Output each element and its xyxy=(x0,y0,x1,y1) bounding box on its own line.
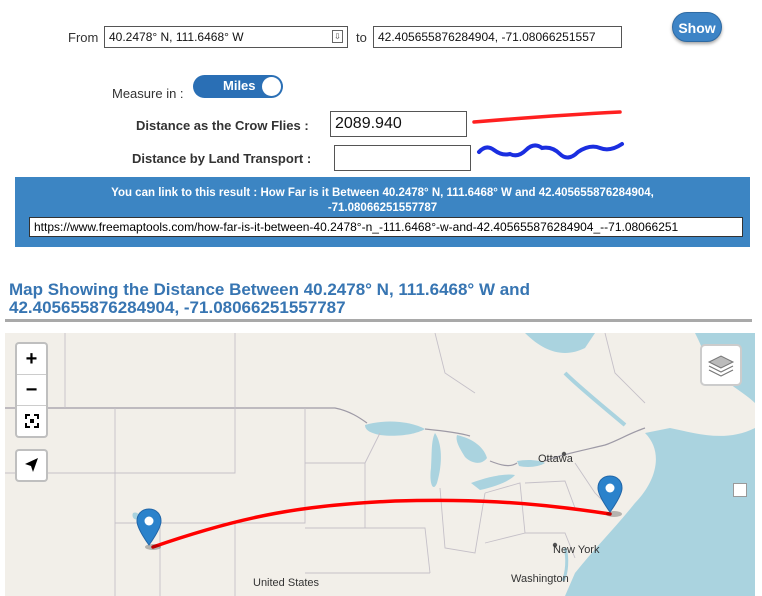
land-distance-field[interactable] xyxy=(334,145,471,171)
end-marker-icon[interactable] xyxy=(597,475,623,517)
measure-label: Measure in : xyxy=(112,86,184,101)
input-reset-icon[interactable]: ⇩ xyxy=(332,30,343,43)
map-minimap-toggle[interactable] xyxy=(733,483,747,497)
crow-distance-label: Distance as the Crow Flies : xyxy=(136,118,309,133)
from-input-value: 40.2478° N, 111.6468° W xyxy=(109,30,244,44)
zoom-in-button[interactable]: + xyxy=(17,344,46,374)
toggle-knob xyxy=(262,77,281,96)
units-toggle-label: Miles xyxy=(223,78,256,93)
label-united-states: United States xyxy=(253,577,320,589)
map-base xyxy=(5,333,755,596)
crow-distance-field[interactable]: 2089.940 xyxy=(330,111,467,137)
crow-line-legend xyxy=(472,110,622,124)
layers-button[interactable] xyxy=(700,344,742,386)
heading-divider xyxy=(5,319,752,322)
label-new-york: New York xyxy=(553,544,600,556)
result-url-field[interactable]: https://www.freemaptools.com/how-far-is-… xyxy=(29,217,743,237)
zoom-out-button[interactable]: − xyxy=(17,375,46,405)
from-input[interactable]: 40.2478° N, 111.6468° W ⇩ xyxy=(104,26,348,48)
label-washington: Washington xyxy=(511,573,569,585)
to-label: to xyxy=(356,30,367,45)
to-input[interactable]: 42.405655876284904, -71.08066251557 xyxy=(373,26,622,48)
link-banner-rest: : How Far is it Between 40.2478° N, 111.… xyxy=(250,187,654,214)
units-toggle[interactable]: Miles xyxy=(193,75,283,98)
land-line-legend xyxy=(477,142,624,160)
link-banner-text: You can link to this result : How Far is… xyxy=(15,186,750,216)
label-ottawa: Ottawa xyxy=(538,453,573,465)
locate-button[interactable] xyxy=(15,449,48,482)
land-distance-label: Distance by Land Transport : xyxy=(132,151,312,166)
layers-icon xyxy=(707,355,735,377)
link-banner-prefix: You can xyxy=(111,187,159,199)
start-marker-icon[interactable] xyxy=(136,508,162,550)
result-link[interactable]: link to this result xyxy=(158,187,250,199)
map-heading: Map Showing the Distance Between 40.2478… xyxy=(9,280,530,317)
to-input-value: 42.405655876284904, -71.08066251557 xyxy=(378,30,596,44)
zoom-control: + − xyxy=(15,342,48,438)
locate-arrow-icon xyxy=(25,458,38,472)
fullscreen-icon xyxy=(24,414,39,428)
fullscreen-button[interactable] xyxy=(17,406,46,436)
link-banner: You can link to this result : How Far is… xyxy=(15,177,750,247)
crow-distance-value: 2089.940 xyxy=(335,115,402,132)
map-view[interactable]: Ottawa New York Washington United States… xyxy=(5,333,755,596)
from-label: From xyxy=(68,30,99,45)
show-button[interactable]: Show xyxy=(672,12,722,42)
